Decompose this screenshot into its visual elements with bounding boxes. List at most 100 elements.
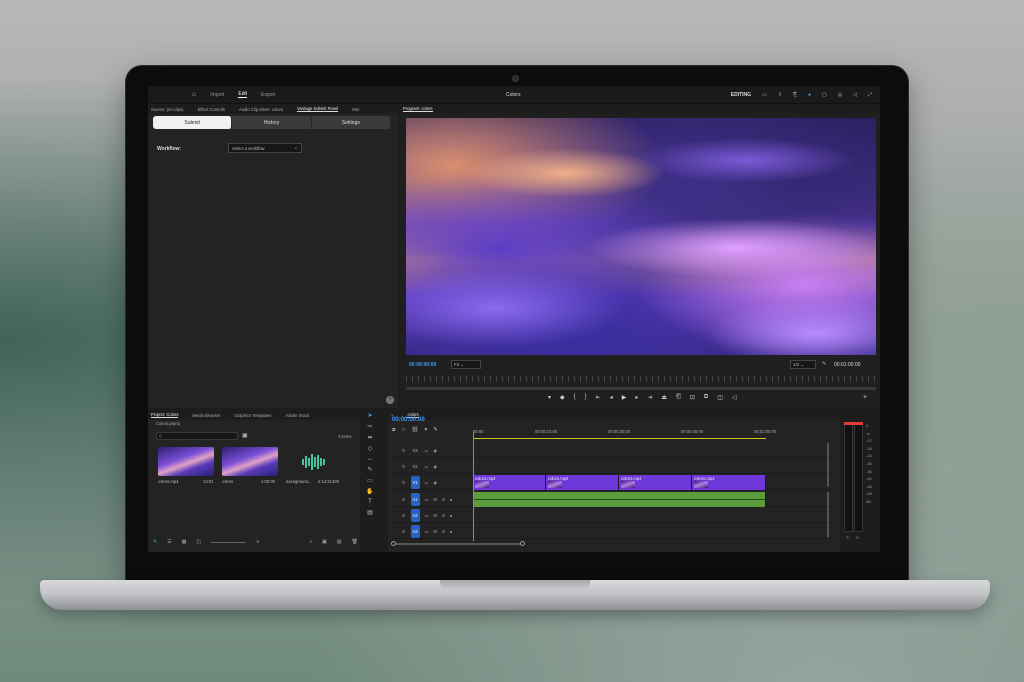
workspace-label[interactable]: EDITING bbox=[731, 92, 751, 98]
tab-graphics-templates[interactable]: Graphics Templates bbox=[234, 413, 271, 418]
nav-edit[interactable]: Edit bbox=[238, 91, 248, 98]
program-zoom-scrollbar[interactable] bbox=[406, 387, 876, 390]
lock-icon[interactable]: ⊡ bbox=[402, 448, 406, 453]
meter-solo-right[interactable]: S bbox=[856, 535, 859, 540]
playhead[interactable] bbox=[473, 431, 474, 541]
type-tool-icon[interactable]: T bbox=[368, 499, 372, 505]
timeline-vscroll-audio[interactable] bbox=[827, 492, 829, 538]
search-bin-icon[interactable]: ⌕ bbox=[309, 539, 312, 545]
project-item-thumb[interactable] bbox=[222, 447, 278, 476]
eye-icon[interactable]: ◉ bbox=[433, 464, 437, 469]
track-label[interactable]: V2 bbox=[411, 460, 420, 473]
list-view-icon[interactable]: ☰ bbox=[167, 539, 171, 545]
rectangle-tool-icon[interactable]: ▭ bbox=[367, 477, 373, 484]
meter-solo-left[interactable]: S bbox=[846, 535, 849, 540]
timeline-hscroll[interactable] bbox=[393, 543, 523, 545]
mute-button[interactable]: M bbox=[433, 513, 437, 518]
workflow-select[interactable]: Select a workflow ⌄ bbox=[228, 143, 302, 153]
go-to-out-icon[interactable]: ⇥ bbox=[647, 394, 652, 401]
nav-export[interactable]: Export bbox=[261, 92, 275, 98]
play-icon[interactable]: ▶ bbox=[622, 394, 627, 401]
tab-metadata[interactable]: Met bbox=[352, 107, 359, 112]
wrench-icon[interactable]: ✎ bbox=[433, 427, 438, 434]
solo-button[interactable]: S bbox=[442, 513, 445, 518]
mic-icon[interactable]: ● bbox=[450, 513, 453, 518]
eye-icon[interactable]: ◉ bbox=[433, 448, 437, 453]
video-clip[interactable]: colors.mp4 bbox=[546, 475, 619, 490]
submit-segment[interactable]: Submit bbox=[153, 116, 233, 129]
nav-import[interactable]: Import bbox=[210, 92, 224, 98]
slip-tool-icon[interactable]: ↔ bbox=[367, 456, 373, 462]
tab-project[interactable]: Project: Colors bbox=[151, 412, 179, 418]
tab-audio-clip-mixer[interactable]: Audio Clip Mixer: colors bbox=[239, 107, 283, 112]
mic-icon[interactable]: ● bbox=[450, 529, 453, 534]
sync-lock-icon[interactable]: ▭ bbox=[425, 480, 429, 485]
step-back-icon[interactable]: ◂ bbox=[610, 394, 613, 401]
new-item-icon[interactable]: ▤ bbox=[337, 539, 342, 545]
tab-adobe-stock[interactable]: Adobe Stock bbox=[285, 413, 309, 418]
home-icon[interactable]: ⌂ bbox=[192, 91, 196, 98]
timeline-timecode[interactable]: 00:00:00:00 bbox=[392, 417, 425, 423]
export-frame-icon[interactable]: ⊡ bbox=[690, 394, 695, 401]
sync-lock-icon[interactable]: ▭ bbox=[425, 448, 429, 453]
selection-tool-icon[interactable]: ➤ bbox=[367, 412, 372, 419]
wrench-icon[interactable]: ✎ bbox=[822, 361, 826, 367]
lock-icon[interactable]: ⊡ bbox=[402, 529, 406, 534]
chat-icon[interactable]: ▢ bbox=[822, 92, 827, 98]
history-segment[interactable]: History bbox=[232, 116, 312, 129]
volume-icon[interactable]: ◁ bbox=[853, 92, 857, 98]
project-search-input[interactable]: ⌕ bbox=[156, 432, 238, 440]
step-forward-icon[interactable]: ▸ bbox=[635, 394, 638, 401]
tab-program[interactable]: Program: colors bbox=[403, 106, 433, 112]
zoom-slider[interactable] bbox=[211, 541, 247, 543]
project-item-thumb[interactable] bbox=[286, 447, 342, 476]
mark-in-icon[interactable]: { bbox=[574, 394, 576, 401]
lock-icon[interactable]: ⊡ bbox=[402, 513, 406, 518]
lift-icon[interactable]: ⏏ bbox=[661, 394, 667, 401]
pen-tool-icon[interactable]: ✎ bbox=[367, 466, 372, 473]
workspace-icon[interactable]: ▭ bbox=[762, 92, 767, 98]
fullscreen-icon[interactable]: ⤢ bbox=[868, 92, 872, 98]
razor-tool-icon[interactable]: ◇ bbox=[368, 445, 373, 452]
hscroll-end-handle[interactable] bbox=[520, 541, 525, 546]
track-select-icon[interactable]: ⇨ bbox=[367, 423, 372, 430]
hand-tool-icon[interactable]: ✋ bbox=[366, 488, 373, 495]
linked-selection-icon[interactable]: ⛓ bbox=[411, 427, 418, 434]
settings-segment[interactable]: Settings bbox=[312, 116, 391, 129]
nest-icon[interactable]: ⧈ bbox=[392, 427, 396, 434]
solo-button[interactable]: S bbox=[442, 497, 445, 502]
snap-icon[interactable]: ∩ bbox=[402, 427, 406, 434]
tab-source[interactable]: Source: (no clips) bbox=[151, 107, 184, 112]
trash-icon[interactable]: 🗑 bbox=[352, 539, 358, 545]
track-label[interactable]: A1 bbox=[410, 493, 420, 506]
eye-icon[interactable]: ◉ bbox=[433, 480, 437, 485]
track-label[interactable]: V1 bbox=[410, 476, 420, 489]
track-label[interactable]: A2 bbox=[410, 509, 420, 522]
marker-icon[interactable]: ◆ bbox=[560, 394, 565, 401]
quality-select[interactable]: 1/2 ⌄ bbox=[790, 360, 816, 369]
program-timecode-in[interactable]: 00:00:00:00 bbox=[409, 362, 436, 368]
timeline-vscroll-video[interactable] bbox=[827, 443, 829, 487]
tab-effect-controls[interactable]: Effect Controls bbox=[198, 107, 225, 112]
audio-icon[interactable]: ◁ bbox=[732, 394, 737, 401]
sync-lock-icon[interactable]: ▭ bbox=[425, 497, 429, 502]
new-bin-button-icon[interactable]: ▣ bbox=[322, 539, 327, 545]
add-marker-icon[interactable]: ▾ bbox=[548, 394, 551, 401]
user-icon[interactable]: ● bbox=[808, 92, 811, 98]
ripple-edit-icon[interactable]: ⇹ bbox=[367, 434, 372, 441]
sort-icon[interactable]: ≡ bbox=[256, 539, 259, 545]
lock-icon[interactable]: ⊡ bbox=[402, 480, 406, 485]
pencil-icon[interactable]: ✎ bbox=[153, 539, 157, 545]
progress-icon[interactable]: ◎ bbox=[838, 92, 842, 98]
work-area-bar[interactable] bbox=[473, 438, 766, 439]
freeform-view-icon[interactable]: ◰ bbox=[196, 539, 201, 545]
video-clip[interactable]: colors.mp4 bbox=[692, 475, 766, 490]
hscroll-start-handle[interactable] bbox=[391, 541, 396, 546]
lock-icon[interactable]: ⊡ bbox=[402, 464, 406, 469]
fit-select[interactable]: Fit ⌄ bbox=[451, 360, 481, 369]
mic-icon[interactable]: ● bbox=[450, 497, 453, 502]
sync-lock-icon[interactable]: ▭ bbox=[425, 464, 429, 469]
mute-button[interactable]: M bbox=[433, 529, 437, 534]
solo-button[interactable]: S bbox=[442, 529, 445, 534]
icon-view-icon[interactable]: ▦ bbox=[182, 539, 187, 545]
